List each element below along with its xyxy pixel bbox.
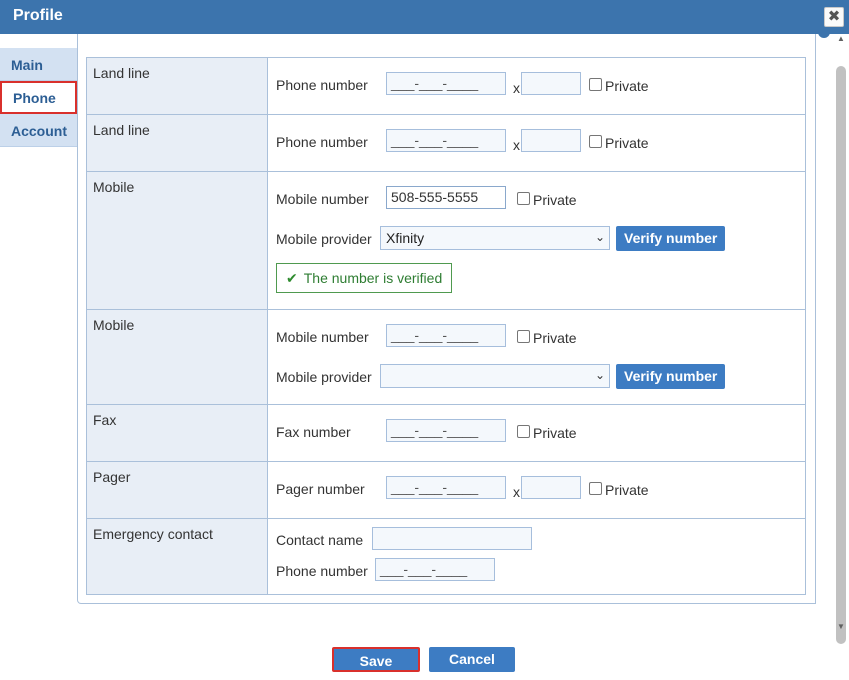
table-row: Mobile Mobile number 508-555-5555 Privat… xyxy=(86,171,806,310)
save-button[interactable]: Save xyxy=(332,647,420,672)
row-label: Mobile xyxy=(86,171,268,310)
extension-prefix: x xyxy=(513,484,520,500)
extension-input[interactable] xyxy=(521,476,581,499)
title-bar: Profile ✖ xyxy=(0,0,849,34)
private-checkbox[interactable] xyxy=(589,78,602,91)
private-label: Private xyxy=(605,135,649,151)
phone-number-input[interactable]: ___-___-____ xyxy=(386,129,506,152)
cancel-button[interactable]: Cancel xyxy=(429,647,515,672)
private-label: Private xyxy=(533,425,577,441)
private-checkbox[interactable] xyxy=(517,330,530,343)
row-label: Fax xyxy=(86,404,268,462)
scrollbar[interactable]: ▲ ▼ xyxy=(833,34,849,644)
extension-prefix: x xyxy=(513,137,520,153)
verified-text: The number is verified xyxy=(303,270,443,286)
close-icon[interactable]: ✖ xyxy=(824,7,844,27)
row-label: Land line xyxy=(86,114,268,172)
fax-number-input[interactable]: ___-___-____ xyxy=(386,419,506,442)
sidebar-item-phone[interactable]: Phone xyxy=(0,81,77,114)
dialog-title: Profile xyxy=(13,7,63,24)
table-row: Fax Fax number ___-___-____ Private xyxy=(86,404,806,462)
row-label: Pager xyxy=(86,461,268,519)
phone-number-label: Phone number xyxy=(276,77,368,93)
private-checkbox[interactable] xyxy=(517,192,530,205)
mobile-number-label: Mobile number xyxy=(276,329,369,345)
private-label: Private xyxy=(605,78,649,94)
table-row: Pager Pager number ___-___-____ x Privat… xyxy=(86,461,806,519)
row-label: Emergency contact xyxy=(86,518,268,595)
extension-input[interactable] xyxy=(521,129,581,152)
scroll-down-icon[interactable]: ▼ xyxy=(837,622,845,631)
pager-number-label: Pager number xyxy=(276,481,365,497)
pager-number-input[interactable]: ___-___-____ xyxy=(386,476,506,499)
private-label: Private xyxy=(605,482,649,498)
table-row: Land line Phone number ___-___-____ x Pr… xyxy=(86,57,806,115)
private-checkbox[interactable] xyxy=(589,482,602,495)
verify-number-button[interactable]: Verify number xyxy=(616,226,726,251)
emergency-phone-input[interactable]: ___-___-____ xyxy=(375,558,495,581)
mobile-provider-label: Mobile provider xyxy=(276,369,372,385)
extension-input[interactable] xyxy=(521,72,581,95)
private-label: Private xyxy=(533,330,577,346)
mobile-number-input[interactable]: 508-555-5555 xyxy=(386,186,506,209)
sidebar-item-main[interactable]: Main xyxy=(0,48,77,81)
private-label: Private xyxy=(533,192,577,208)
row-label: Mobile xyxy=(86,309,268,405)
checkmark-icon: ✔ xyxy=(286,270,298,286)
mobile-number-label: Mobile number xyxy=(276,191,369,207)
verified-message: ✔ The number is verified xyxy=(276,263,453,293)
sidebar-item-account[interactable]: Account xyxy=(0,114,77,147)
mobile-provider-value: Xfinity xyxy=(386,230,425,246)
extension-prefix: x xyxy=(513,80,520,96)
private-checkbox[interactable] xyxy=(589,135,602,148)
phone-number-label: Phone number xyxy=(276,134,368,150)
table-row: Mobile Mobile number ___-___-____ Privat… xyxy=(86,309,806,405)
mobile-provider-select[interactable]: Xfinity ⌄ xyxy=(380,226,610,250)
scroll-thumb[interactable] xyxy=(836,66,846,644)
sidebar: Main Phone Account xyxy=(0,48,77,147)
scroll-up-icon[interactable]: ▲ xyxy=(837,34,845,43)
contact-name-label: Contact name xyxy=(276,532,364,548)
panel-corner xyxy=(818,30,830,38)
chevron-down-icon: ⌄ xyxy=(594,230,605,244)
phone-number-label: Phone number xyxy=(276,563,368,579)
fax-number-label: Fax number xyxy=(276,424,351,440)
mobile-provider-label: Mobile provider xyxy=(276,231,372,247)
phone-number-input[interactable]: ___-___-____ xyxy=(386,72,506,95)
table-row: Land line Phone number ___-___-____ x Pr… xyxy=(86,114,806,172)
phone-form: Land line Phone number ___-___-____ x Pr… xyxy=(86,57,806,595)
chevron-down-icon: ⌄ xyxy=(594,368,605,382)
row-label: Land line xyxy=(86,57,268,115)
table-row: Emergency contact Contact name Phone num… xyxy=(86,518,806,595)
private-checkbox[interactable] xyxy=(517,425,530,438)
mobile-provider-select[interactable]: ⌄ xyxy=(380,364,610,388)
mobile-number-input[interactable]: ___-___-____ xyxy=(386,324,506,347)
verify-number-button[interactable]: Verify number xyxy=(616,364,726,389)
contact-name-input[interactable] xyxy=(372,527,532,550)
